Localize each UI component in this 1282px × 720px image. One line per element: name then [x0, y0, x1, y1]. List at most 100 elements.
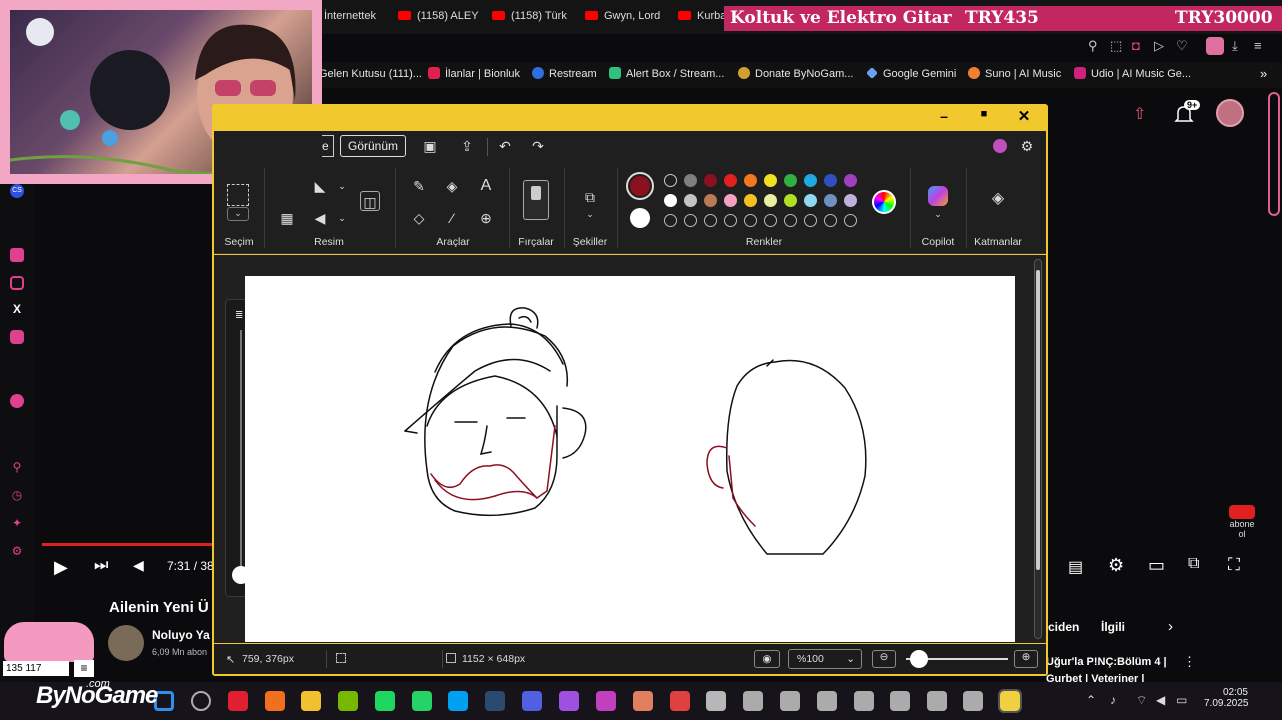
- history-icon[interactable]: ◷: [10, 488, 24, 502]
- bookmark[interactable]: Alert Box / Stream...: [609, 67, 724, 80]
- browser-tab[interactable]: (1158) ALEY: [398, 8, 479, 24]
- copilot-icon[interactable]: [928, 186, 948, 206]
- chevron-down-icon[interactable]: ⌄: [227, 207, 249, 221]
- screenshot-icon[interactable]: ⬚: [1110, 38, 1122, 54]
- steam-icon[interactable]: [485, 691, 505, 711]
- epic-icon[interactable]: [706, 691, 726, 711]
- minimize-button[interactable]: –: [928, 108, 960, 128]
- video-title[interactable]: Ailenin Yeni Ü: [109, 599, 209, 616]
- settings-icon[interactable]: ⚙: [1108, 555, 1124, 576]
- next-video-title[interactable]: Uğur'la P!NÇ:Bölüm 4 |: [1046, 656, 1167, 668]
- share-icon[interactable]: ⇪: [457, 136, 477, 156]
- color-swatch[interactable]: [744, 194, 757, 207]
- magnifier-icon[interactable]: ⊕: [476, 208, 496, 228]
- eraser-icon[interactable]: ◇: [409, 208, 429, 228]
- empty-color-slot[interactable]: [724, 214, 737, 227]
- crop-icon[interactable]: ▦: [277, 208, 297, 228]
- volume-icon[interactable]: ◀: [133, 557, 144, 574]
- settings-app-icon[interactable]: [963, 691, 983, 711]
- scrollbar[interactable]: [1268, 92, 1280, 216]
- tab-partial[interactable]: ciden: [1048, 620, 1079, 634]
- video-progress-bar[interactable]: [42, 543, 212, 546]
- flip-icon[interactable]: ◀: [310, 208, 330, 228]
- chevron-down-icon[interactable]: ⌄: [332, 208, 352, 228]
- pin-icon[interactable]: ⚲: [1088, 38, 1098, 54]
- discord-app-icon[interactable]: [743, 691, 763, 711]
- empty-color-slot[interactable]: [784, 214, 797, 227]
- discord-icon[interactable]: [10, 330, 24, 344]
- color-swatch[interactable]: [744, 174, 757, 187]
- tab-related[interactable]: İlgili: [1101, 620, 1125, 634]
- more-bookmarks-icon[interactable]: »: [1260, 66, 1267, 81]
- volume-icon[interactable]: ◀: [1156, 693, 1165, 707]
- x-icon[interactable]: X: [10, 302, 24, 316]
- color-swatch[interactable]: [764, 174, 777, 187]
- chevron-down-icon[interactable]: ⌄: [580, 204, 600, 224]
- extension-icon[interactable]: [1206, 37, 1224, 55]
- chevron-down-icon[interactable]: ⌄: [332, 176, 352, 196]
- stream-icon[interactable]: [596, 691, 616, 711]
- menu-partial[interactable]: e: [322, 135, 334, 157]
- color-swatch[interactable]: [824, 194, 837, 207]
- bookmark[interactable]: Donate ByNoGam...: [738, 67, 853, 80]
- color-swatch[interactable]: [824, 174, 837, 187]
- spotify-icon[interactable]: [10, 394, 24, 408]
- color-swatch[interactable]: [704, 194, 717, 207]
- selection-icon[interactable]: [227, 184, 249, 206]
- box-icon[interactable]: [854, 691, 874, 711]
- secondary-color[interactable]: [630, 208, 650, 228]
- color-swatch[interactable]: [684, 174, 697, 187]
- empty-color-slot[interactable]: [704, 214, 717, 227]
- zoom-select[interactable]: %100 ⌄: [788, 649, 862, 669]
- bookmark[interactable]: İlanlar | Bionluk: [428, 67, 520, 80]
- redo-icon[interactable]: ↷: [528, 136, 548, 156]
- fullscreen-icon[interactable]: ⛶: [1228, 555, 1240, 575]
- chevron-right-icon[interactable]: ›: [1168, 618, 1173, 635]
- image-icon[interactable]: ◫: [360, 191, 380, 211]
- color-swatch[interactable]: [844, 194, 857, 207]
- fit-to-window-icon[interactable]: ◉: [754, 650, 780, 668]
- battery-icon[interactable]: ▭: [1176, 693, 1187, 707]
- bookmark[interactable]: Google Gemini: [866, 67, 956, 80]
- layers-icon[interactable]: ◈: [988, 189, 1008, 209]
- notepad-icon[interactable]: [780, 691, 800, 711]
- play-icon[interactable]: ▷: [1154, 38, 1164, 54]
- zoom-in-button[interactable]: ⊕: [1014, 650, 1038, 668]
- captions-icon[interactable]: ▤: [1068, 557, 1083, 577]
- more-icon[interactable]: ⋮: [1183, 654, 1196, 670]
- color-swatch[interactable]: [664, 194, 677, 207]
- gear-icon[interactable]: ⚙: [1017, 136, 1037, 156]
- color-swatch[interactable]: [784, 194, 797, 207]
- extensions-icon[interactable]: ✦: [10, 516, 24, 530]
- empty-color-slot[interactable]: [684, 214, 697, 227]
- zoom-slider-thumb[interactable]: [910, 650, 928, 668]
- pencil-icon[interactable]: ✎: [409, 176, 429, 196]
- app-icon[interactable]: [559, 691, 579, 711]
- subscribe-watermark[interactable]: abone ol: [1228, 505, 1256, 539]
- empty-color-slot[interactable]: [844, 214, 857, 227]
- color-swatch[interactable]: [804, 194, 817, 207]
- vertical-scrollbar[interactable]: [1034, 259, 1042, 639]
- tray-chevron-icon[interactable]: ⌃: [1086, 693, 1096, 707]
- avatar[interactable]: [1216, 99, 1244, 127]
- twitch-icon[interactable]: [10, 248, 24, 262]
- checklist-icon[interactable]: [817, 691, 837, 711]
- zoom-out-button[interactable]: ⊖: [872, 650, 896, 668]
- close-button[interactable]: ✕: [1008, 107, 1040, 127]
- clock[interactable]: 02:05 7.09.2025: [1204, 687, 1249, 709]
- empty-color-slot[interactable]: [764, 214, 777, 227]
- instagram-icon[interactable]: [10, 276, 24, 290]
- empty-color-slot[interactable]: [744, 214, 757, 227]
- paint-app-icon[interactable]: [633, 691, 653, 711]
- empty-color-slot[interactable]: [824, 214, 837, 227]
- clock-app-icon[interactable]: [670, 691, 690, 711]
- pin-icon[interactable]: ⚲: [10, 460, 24, 474]
- next-icon[interactable]: ⏭: [94, 557, 108, 575]
- save-icon[interactable]: ▣: [420, 136, 440, 156]
- color-swatch[interactable]: [804, 174, 817, 187]
- color-picker-icon[interactable]: ⁄: [442, 208, 462, 228]
- bookmark[interactable]: Gelen Kutusu (111)...: [319, 68, 422, 80]
- nvidia-icon[interactable]: [338, 691, 358, 711]
- messenger-icon[interactable]: [448, 691, 468, 711]
- color-swatch[interactable]: [704, 174, 717, 187]
